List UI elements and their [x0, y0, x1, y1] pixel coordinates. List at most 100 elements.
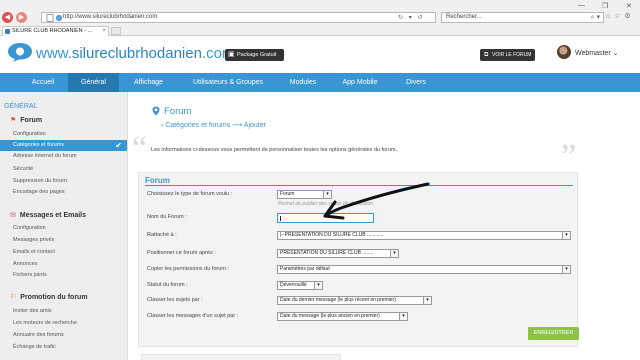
intro-text: Les informations ci-dessous vous permett… [151, 147, 398, 153]
new-tab-button[interactable] [111, 27, 121, 35]
globe-icon [55, 14, 63, 22]
browser-search-input[interactable]: Rechercher... ⌕ ▾ [441, 12, 604, 23]
chevron-down-icon: ▾ [399, 313, 407, 320]
nav-divers[interactable]: Divers [397, 73, 435, 92]
sidebar-item-emails-contact[interactable]: Emails et contact [0, 247, 127, 258]
chevron-down-icon: ▾ [314, 282, 322, 289]
site-logo[interactable]: www.silureclubrhodanien.com [36, 45, 234, 62]
back-icon: ◀ [4, 14, 11, 21]
sidebar-item-messages-prives[interactable]: Messages privés [0, 235, 127, 246]
nav-utilisateurs-groupes[interactable]: Utilisateurs & Groupes [180, 73, 276, 92]
search-icon[interactable]: ⌕ ▾ [591, 13, 600, 22]
sidebar-item-securite[interactable]: Sécurité [0, 164, 127, 175]
nav-accueil[interactable]: Accueil [18, 73, 68, 92]
close-window-icon[interactable]: ✕ [626, 2, 632, 10]
browser-chrome: ◀ ▶ http://www.silureclubrhodanien.com ↻… [0, 0, 640, 36]
forward-icon: ▶ [18, 14, 25, 21]
main-nav: Accueil Général Affichage Utilisateurs &… [0, 73, 640, 92]
sidebar-item-echange-trafic[interactable]: Échange de trafic [0, 342, 127, 353]
package-label: Package Gratuit [237, 52, 277, 58]
maximize-icon[interactable]: ❐ [602, 2, 608, 10]
sidebar-item-messages-configuration[interactable]: Configuration [0, 223, 127, 234]
back-button[interactable]: ◀ [2, 12, 13, 23]
sidebar-item-moteurs-recherche[interactable]: Les moteurs de recherche [0, 318, 127, 329]
megaphone-icon: ⚐ [10, 294, 17, 301]
minimize-icon[interactable]: — [578, 2, 585, 9]
chevron-down-icon: ▾ [562, 232, 570, 239]
breadcrumb[interactable]: › Catégories et forums ⟶ Ajouter [161, 121, 266, 129]
sidebar-section-forum: ⚑ Forum [10, 116, 42, 124]
parent-label: Rattaché à : [147, 232, 177, 238]
position-select[interactable]: PRESENTATION DU SILURE CLUB ........ ▾ [277, 249, 399, 258]
next-panel [141, 354, 341, 360]
page-icon [46, 14, 54, 22]
sidebar-section-messages: ✉ Messages et Emails [10, 211, 86, 219]
address-bar[interactable]: http://www.silureclubrhodanien.com ↻ ▾ ↺ [41, 12, 436, 23]
sort-topics-value: Date du dernier message (le plus récent … [280, 297, 396, 303]
status-value: Déverrouillé [280, 282, 307, 288]
package-icon: ▣ [228, 51, 235, 58]
sidebar-item-inviter-amis[interactable]: Inviter des amis [0, 306, 127, 317]
annotation-arrow [323, 182, 430, 220]
save-button[interactable]: ENREGISTRER [528, 327, 579, 340]
url-text: http://www.silureclubrhodanien.com [63, 14, 158, 20]
view-forum-label: VOIR LE FORUM [492, 52, 532, 58]
sidebar-item-encodage[interactable]: Encodage des pages [0, 187, 127, 198]
sort-topics-select[interactable]: Date du dernier message (le plus récent … [277, 296, 432, 305]
sidebar-item-annuaire[interactable]: Annuaire des forums [0, 330, 127, 341]
flag-icon: ⚑ [10, 117, 17, 124]
forum-name-label: Nom du Forum : [147, 214, 187, 220]
form-title: Forum [145, 176, 170, 185]
site-header: www.silureclubrhodanien.com ▣ Package Gra… [0, 37, 640, 73]
forward-button[interactable]: ▶ [16, 12, 27, 23]
permissions-label: Copier les permissions du forum : [147, 266, 229, 272]
user-menu[interactable]: Webmaster ⌄ [575, 49, 619, 57]
status-select[interactable]: Déverrouillé ▾ [277, 281, 323, 290]
user-name: Webmaster [575, 50, 611, 57]
position-label: Positionner ce forum après : [147, 250, 216, 256]
sidebar-item-label: Catégories et forums [13, 142, 65, 148]
sidebar-section-promotion: ⚐ Promotion du forum [10, 293, 88, 301]
chevron-down-icon: ⌄ [612, 50, 619, 57]
sidebar-item-annonces[interactable]: Annonces [0, 259, 127, 270]
sidebar-item-configuration[interactable]: Configuration [0, 129, 127, 140]
sidebar: GÉNÉRAL ⚑ Forum Configuration Catégories … [0, 92, 128, 360]
nav-affichage[interactable]: Affichage [121, 73, 176, 92]
permissions-select[interactable]: Paramètres par défaut ▾ [277, 265, 571, 274]
logo-name: silureclubrhodanien [71, 45, 202, 62]
nav-modules[interactable]: Modules [280, 73, 326, 92]
browser-tab[interactable]: SILURE CLUB RHODANIEN - ... × [2, 26, 109, 36]
toolbar-icons[interactable]: ⌂ ☆ ⚙ [606, 12, 632, 20]
sort-messages-value: Date du message (le plus ancien en premi… [280, 313, 380, 319]
refresh-icon[interactable]: ↻ ▾ ↺ [398, 14, 424, 21]
parent-value: |--PRESENTATION DU SILURE CLUB .........… [280, 232, 384, 238]
search-placeholder: Rechercher... [446, 14, 482, 20]
envelope-icon: ✉ [10, 212, 16, 219]
external-link-icon: ⧉ [484, 52, 489, 58]
sidebar-item-suppression[interactable]: Suppression du forum [0, 176, 127, 187]
nav-app-mobile[interactable]: App Mobile [334, 73, 386, 92]
chevron-down-icon: ▾ [390, 250, 398, 257]
permissions-value: Paramètres par défaut [280, 266, 330, 272]
open-quote-icon: “ [132, 130, 148, 167]
close-quote-icon: ” [561, 138, 577, 175]
sidebar-item-fichiers-joints[interactable]: Fichiers joints [0, 270, 127, 281]
view-forum-button[interactable]: ⧉ VOIR LE FORUM [480, 49, 535, 61]
tab-close-icon[interactable]: × [102, 28, 106, 34]
speech-bubble-icon [8, 43, 32, 62]
sort-topics-label: Classer les sujets par : [147, 297, 203, 303]
page-title: Forum [164, 106, 192, 117]
chevron-down-icon: ▾ [562, 266, 570, 273]
sidebar-item-adresse-internet[interactable]: Adresse Internet du forum [0, 151, 127, 162]
sidebar-heading: GÉNÉRAL [4, 103, 38, 110]
sort-messages-label: Classer les messages d'un sujet par : [147, 313, 239, 319]
tab-favicon [5, 29, 10, 34]
package-button[interactable]: ▣ Package Gratuit [225, 49, 284, 61]
sidebar-item-categories-forums[interactable]: Catégories et forums ✔ [0, 140, 127, 151]
nav-general[interactable]: Général [68, 73, 119, 92]
avatar[interactable] [557, 45, 571, 59]
parent-select[interactable]: |--PRESENTATION DU SILURE CLUB .........… [277, 231, 571, 240]
sort-messages-select[interactable]: Date du message (le plus ancien en premi… [277, 312, 408, 321]
sidebar-section-title: Forum [20, 117, 43, 124]
sidebar-section-title: Messages et Emails [19, 212, 87, 219]
